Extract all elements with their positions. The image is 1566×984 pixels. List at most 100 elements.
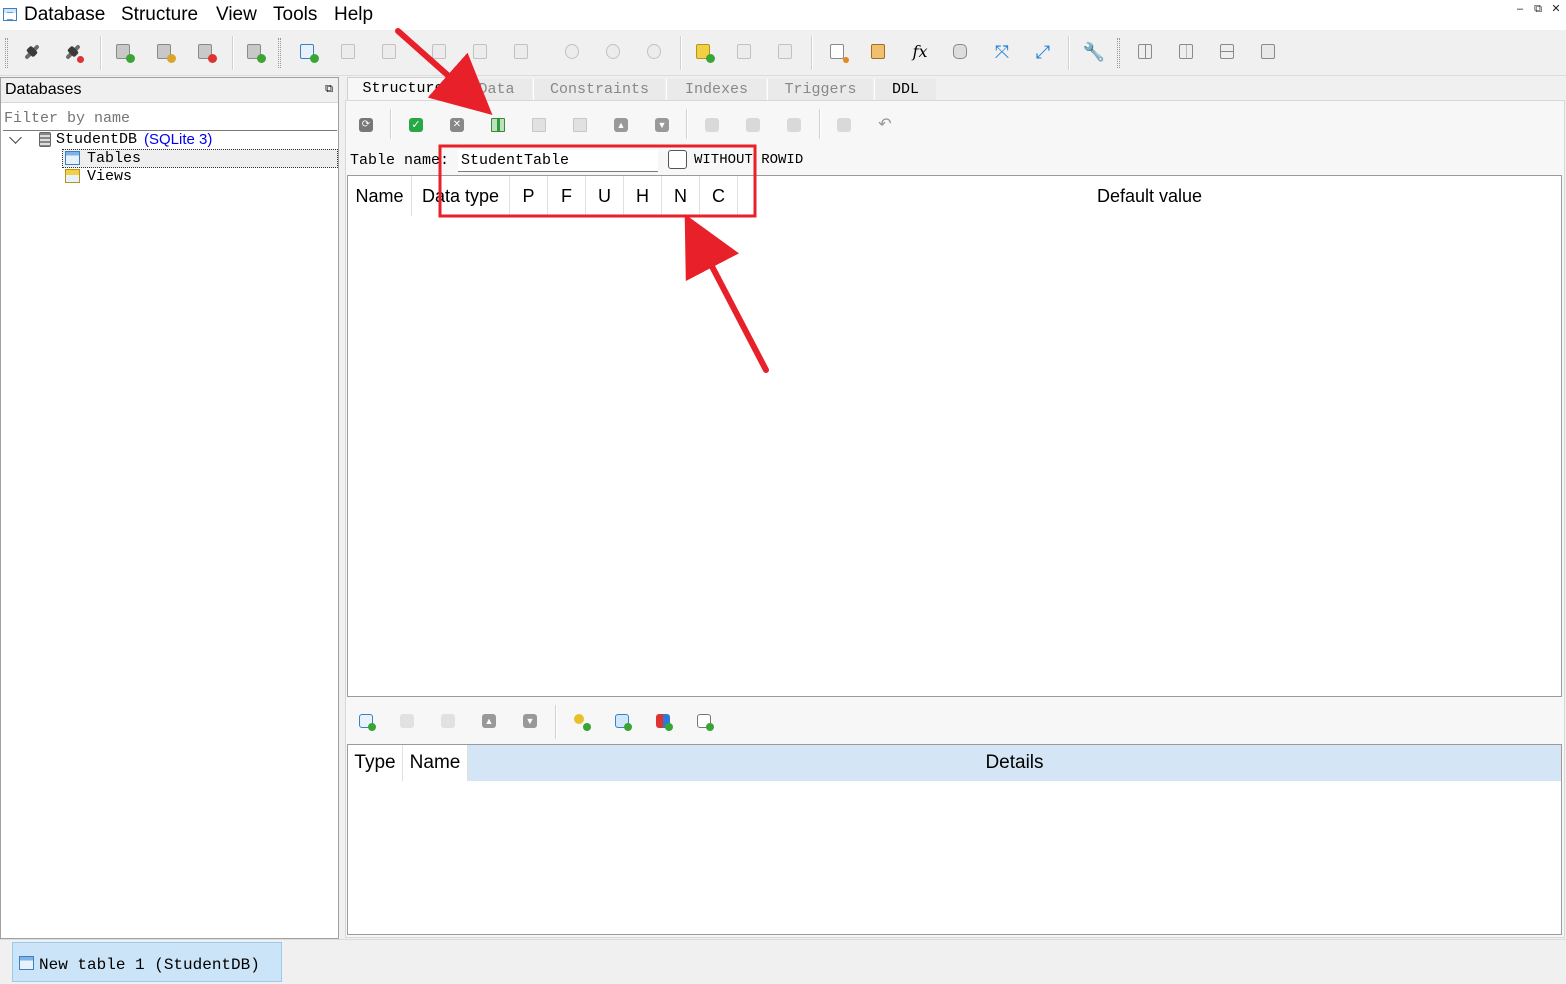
close-icon[interactable]: ✕	[1548, 2, 1564, 18]
add-database-icon[interactable]	[112, 40, 136, 64]
toolbar-grip	[5, 38, 8, 68]
collapse-icon[interactable]: ⤧	[990, 40, 1014, 64]
task-tab-label: New table 1 (StudentDB)	[39, 956, 260, 974]
rollback-icon[interactable]: ✕	[446, 114, 468, 136]
sql-editor-icon[interactable]	[826, 40, 850, 64]
move-column-up-icon[interactable]: ▲	[610, 114, 632, 136]
tab-ddl[interactable]: DDL	[874, 79, 936, 101]
move-column-down-icon[interactable]: ▼	[651, 114, 673, 136]
functions-icon[interactable]: fx	[908, 40, 932, 64]
edit-view-icon[interactable]	[733, 40, 757, 64]
filter-input[interactable]	[4, 108, 334, 128]
tile-vertical-icon[interactable]	[1216, 40, 1240, 64]
float-panel-icon[interactable]: ⧉	[325, 83, 333, 96]
menubar: Database Structure View Tools Help – ⧉ ✕	[0, 0, 1566, 30]
column-header-data-type[interactable]: Data type	[412, 176, 510, 216]
populate-table-icon[interactable]	[783, 114, 805, 136]
cascade-windows-icon[interactable]	[1257, 40, 1281, 64]
menu-help[interactable]: Help	[334, 4, 373, 26]
database-engine: (SQLite 3)	[144, 131, 213, 148]
create-trigger-icon[interactable]	[742, 114, 764, 136]
drop-table-icon[interactable]	[378, 40, 402, 64]
disconnect-icon[interactable]	[61, 40, 85, 64]
app-icon	[3, 8, 17, 21]
edit-index-icon[interactable]	[469, 40, 493, 64]
tab-constraints[interactable]: Constraints	[533, 79, 665, 101]
tree-item-studentdb[interactable]: StudentDB (SQLite 3)	[3, 131, 333, 149]
tree-item-tables[interactable]: Tables	[62, 149, 338, 168]
databases-panel-header: Databases ⧉	[1, 78, 338, 103]
tab-indexes[interactable]: Indexes	[666, 79, 766, 101]
edit-table-icon[interactable]	[337, 40, 361, 64]
edit-trigger-icon[interactable]	[602, 40, 626, 64]
constraint-header-name[interactable]: Name	[403, 745, 468, 781]
edit-constraint-icon[interactable]	[396, 710, 418, 732]
column-header-collate[interactable]: C	[700, 176, 738, 216]
move-constraint-down-icon[interactable]: ▼	[519, 710, 541, 732]
drop-view-icon[interactable]	[774, 40, 798, 64]
column-header-name[interactable]: Name	[348, 176, 412, 216]
drop-trigger-icon[interactable]	[643, 40, 667, 64]
restore-icon[interactable]: ⧉	[1530, 2, 1546, 18]
tables-icon	[65, 151, 80, 165]
create-view-icon[interactable]	[692, 40, 716, 64]
tab-structure[interactable]: Structure	[347, 77, 459, 101]
menu-database[interactable]: Database	[24, 4, 105, 26]
copy-table-icon[interactable]	[833, 114, 855, 136]
databases-panel-title: Databases	[5, 81, 82, 98]
column-header-not-null[interactable]: N	[662, 176, 700, 216]
drop-index-icon[interactable]	[510, 40, 534, 64]
column-header-foreign-key[interactable]: F	[548, 176, 586, 216]
settings-wrench-icon[interactable]: 🔧	[1082, 40, 1106, 64]
chevron-down-icon[interactable]	[9, 131, 22, 144]
menu-tools[interactable]: Tools	[273, 4, 317, 26]
expand-icon[interactable]: ⤢	[1031, 40, 1055, 64]
tile-windows-icon[interactable]	[1134, 40, 1158, 64]
add-primary-key-icon[interactable]	[570, 710, 592, 732]
delete-constraint-icon[interactable]	[437, 710, 459, 732]
tab-triggers[interactable]: Triggers	[767, 79, 873, 101]
add-constraint-icon[interactable]	[355, 710, 377, 732]
menu-view[interactable]: View	[216, 4, 257, 26]
main-toolbar: fx ⤧ ⤢ 🔧	[0, 30, 1566, 76]
table-name-label: Table name:	[350, 152, 450, 169]
create-table-icon[interactable]	[296, 40, 320, 64]
undo-icon[interactable]: ↶	[874, 114, 896, 136]
minimize-icon[interactable]: –	[1512, 2, 1528, 18]
tree-item-views[interactable]: Views	[62, 168, 182, 186]
column-header-unique[interactable]: U	[586, 176, 624, 216]
add-unique-icon[interactable]	[652, 710, 674, 732]
remove-database-icon[interactable]	[194, 40, 218, 64]
create-trigger-icon[interactable]	[561, 40, 585, 64]
menu-structure[interactable]: Structure	[121, 4, 198, 26]
commit-icon[interactable]: ✓	[405, 114, 427, 136]
column-header-default-value[interactable]: Default value	[738, 176, 1561, 216]
tab-data[interactable]: Data	[460, 79, 532, 101]
columns-grid[interactable]: Name Data type P F U H N C Default value	[347, 175, 1562, 697]
database-name: StudentDB	[56, 131, 138, 148]
create-index-icon[interactable]	[701, 114, 723, 136]
refresh-icon[interactable]: ⟳	[355, 114, 377, 136]
tile-horizontal-icon[interactable]	[1175, 40, 1199, 64]
table-name-input[interactable]	[458, 150, 658, 172]
constraint-header-type[interactable]: Type	[348, 745, 403, 781]
edit-column-icon[interactable]	[528, 114, 550, 136]
views-icon	[65, 169, 80, 183]
without-rowid-checkbox[interactable]	[668, 150, 687, 169]
connect-icon[interactable]	[20, 40, 44, 64]
collations-icon[interactable]	[867, 40, 891, 64]
add-check-icon[interactable]	[693, 710, 715, 732]
column-header-check[interactable]: H	[624, 176, 662, 216]
task-tab-new-table[interactable]: New table 1 (StudentDB)	[12, 942, 282, 982]
add-column-icon[interactable]	[487, 114, 509, 136]
constraints-grid[interactable]: Type Name Details	[347, 744, 1562, 935]
edit-database-icon[interactable]	[153, 40, 177, 64]
add-foreign-key-icon[interactable]	[611, 710, 633, 732]
move-constraint-up-icon[interactable]: ▲	[478, 710, 500, 732]
constraint-header-details[interactable]: Details	[468, 745, 1561, 781]
create-index-icon[interactable]	[428, 40, 452, 64]
delete-column-icon[interactable]	[569, 114, 591, 136]
import-database-icon[interactable]	[243, 40, 267, 64]
column-header-primary-key[interactable]: P	[510, 176, 548, 216]
extensions-icon[interactable]	[949, 40, 973, 64]
